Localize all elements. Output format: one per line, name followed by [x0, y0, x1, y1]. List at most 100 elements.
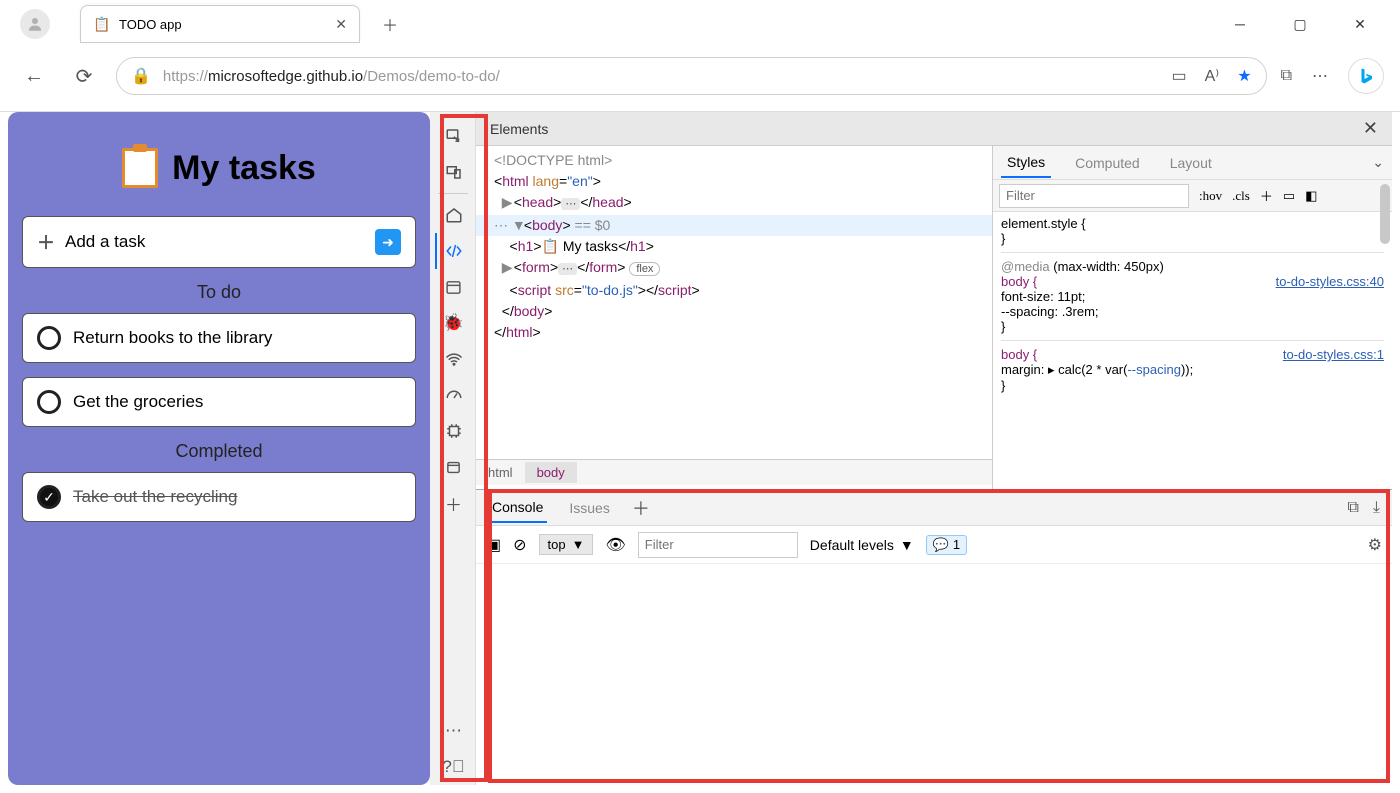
info-count-badge[interactable]: 💬1	[926, 535, 967, 555]
tab-issues[interactable]: Issues	[565, 494, 613, 522]
new-tab-button[interactable]: ＋	[376, 10, 404, 38]
titlebar: 📋 TODO app ✕ ＋ ─ ▢ ✕	[0, 0, 1400, 48]
console-prompt-icon: ›	[486, 574, 491, 590]
more-tabs-icon[interactable]: ＋	[632, 495, 650, 521]
console-drawer: Console Issues ＋ ⧉ ⤓ ▣ ⊘ top ▼ 👁 Default…	[476, 489, 1392, 785]
dom-tree[interactable]: <!DOCTYPE html> <html lang="en"> ▶<head>…	[476, 146, 992, 489]
scrollbar[interactable]	[1380, 184, 1390, 244]
console-settings-icon[interactable]: ⚙	[1368, 535, 1382, 555]
elements-header: Elements ✕	[476, 112, 1392, 146]
performance-tool-icon[interactable]	[435, 377, 471, 413]
tab-title: TODO app	[119, 17, 325, 32]
minimize-button[interactable]: ─	[1222, 6, 1258, 42]
task-checkbox[interactable]	[37, 326, 61, 350]
toolbar-right: ⧉ ⋯	[1281, 58, 1384, 94]
console-filter-input[interactable]	[638, 532, 798, 558]
task-text: Get the groceries	[73, 392, 203, 412]
context-selector[interactable]: top ▼	[539, 534, 594, 555]
addressbar-row: ← ⟳ 🔒 https://microsoftedge.github.io/De…	[0, 48, 1400, 104]
welcome-tool-icon[interactable]	[435, 197, 471, 233]
browser-tab[interactable]: 📋 TODO app ✕	[80, 5, 360, 43]
select-element-icon[interactable]	[435, 118, 471, 154]
task-text: Return books to the library	[73, 328, 272, 348]
console-body[interactable]: ›	[476, 564, 1392, 785]
tab-computed[interactable]: Computed	[1069, 149, 1146, 177]
add-task-input[interactable]: ＋ Add a task ➜	[22, 216, 416, 268]
address-bar[interactable]: 🔒 https://microsoftedge.github.io/Demos/…	[116, 57, 1267, 95]
console-toolbar: ▣ ⊘ top ▼ 👁 Default levels ▼ 💬1 ⚙	[476, 526, 1392, 564]
breadcrumb-html[interactable]: html	[476, 462, 525, 483]
device-toggle-icon[interactable]	[435, 154, 471, 190]
memory-tool-icon[interactable]	[435, 413, 471, 449]
application-tool-icon[interactable]	[435, 269, 471, 305]
cls-toggle[interactable]: .cls	[1232, 188, 1250, 204]
favorite-star-icon[interactable]: ★	[1237, 66, 1251, 86]
content-area: My tasks ＋ Add a task ➜ To do Return boo…	[8, 112, 1392, 785]
stylesheet-link[interactable]: to-do-styles.css:40	[1276, 274, 1384, 289]
layout-icon[interactable]: ◧	[1305, 188, 1317, 204]
device-icon[interactable]: ▭	[1283, 188, 1295, 204]
task-item-completed[interactable]: Take out the recycling	[22, 472, 416, 522]
devtools-main: Elements ✕ <!DOCTYPE html> <html lang="e…	[476, 112, 1392, 785]
task-item[interactable]: Return books to the library	[22, 313, 416, 363]
live-expression-icon[interactable]: 👁	[605, 535, 625, 555]
close-tab-icon[interactable]: ✕	[335, 16, 347, 33]
elements-title: Elements	[490, 121, 548, 137]
recorder-tool-icon[interactable]	[435, 449, 471, 485]
sidebar-toggle-icon[interactable]: ▣	[486, 535, 501, 555]
tab-styles[interactable]: Styles	[1001, 148, 1051, 178]
log-levels[interactable]: Default levels ▼	[810, 537, 914, 553]
more-tools-icon[interactable]: ＋	[435, 485, 471, 521]
styles-panel: Styles Computed Layout ⌄ :hov .cls ＋ ▭ ◧	[992, 146, 1392, 489]
chevron-down-icon[interactable]: ⌄	[1372, 154, 1384, 171]
styles-rules[interactable]: element.style { } @media (max-width: 450…	[993, 212, 1392, 489]
section-completed-label: Completed	[22, 441, 416, 462]
dom-breadcrumb[interactable]: html body	[476, 459, 992, 485]
styles-tabs: Styles Computed Layout ⌄	[993, 146, 1392, 180]
help-icon[interactable]: ?⃝	[435, 749, 471, 785]
network-tool-icon[interactable]	[435, 341, 471, 377]
url-text: https://microsoftedge.github.io/Demos/de…	[163, 68, 500, 85]
maximize-button[interactable]: ▢	[1282, 6, 1318, 42]
page-title: My tasks	[172, 149, 316, 188]
task-checkbox-done[interactable]	[37, 485, 61, 509]
new-style-icon[interactable]: ＋	[1260, 186, 1273, 205]
task-item[interactable]: Get the groceries	[22, 377, 416, 427]
read-aloud-icon[interactable]: A⁾	[1205, 66, 1220, 86]
refresh-button[interactable]: ⟳	[66, 58, 102, 94]
breadcrumb-body[interactable]: body	[525, 462, 577, 483]
collections-icon[interactable]: ⧉	[1281, 67, 1292, 85]
bing-icon[interactable]	[1348, 58, 1384, 94]
devtools: 🐞 ＋ ⋯ ?⃝ Elements ✕ <!DOCTYPE html> <htm…	[430, 112, 1392, 785]
hov-toggle[interactable]: :hov	[1199, 188, 1222, 204]
styles-toolbar: :hov .cls ＋ ▭ ◧	[993, 180, 1392, 212]
sources-tool-icon[interactable]: 🐞	[435, 305, 471, 341]
lock-icon: 🔒	[131, 66, 151, 86]
dock-icon[interactable]: ⤓	[1373, 499, 1380, 517]
styles-filter-input[interactable]	[999, 184, 1189, 208]
back-button[interactable]: ←	[16, 58, 52, 94]
tab-layout[interactable]: Layout	[1164, 149, 1218, 177]
todo-app: My tasks ＋ Add a task ➜ To do Return boo…	[8, 112, 430, 785]
expand-icon[interactable]: ⧉	[1347, 499, 1358, 517]
profile-avatar[interactable]	[20, 9, 50, 39]
close-window-button[interactable]: ✕	[1342, 6, 1378, 42]
section-todo-label: To do	[22, 282, 416, 303]
app-title-row: My tasks	[22, 148, 416, 188]
browser-chrome: 📋 TODO app ✕ ＋ ─ ▢ ✕ ← ⟳ 🔒 https://micro…	[0, 0, 1400, 112]
submit-task-button[interactable]: ➜	[375, 229, 401, 255]
settings-dots-icon[interactable]: ⋯	[435, 713, 471, 749]
shopping-icon[interactable]: ▭	[1171, 66, 1186, 86]
tab-console[interactable]: Console	[488, 493, 547, 523]
window-controls: ─ ▢ ✕	[1222, 6, 1392, 42]
clipboard-icon	[122, 148, 158, 188]
clear-console-icon[interactable]: ⊘	[513, 535, 526, 555]
plus-icon: ＋	[37, 229, 55, 255]
elements-body: <!DOCTYPE html> <html lang="en"> ▶<head>…	[476, 146, 1392, 489]
close-devtools-icon[interactable]: ✕	[1363, 118, 1378, 139]
elements-tool-icon[interactable]	[435, 233, 471, 269]
stylesheet-link[interactable]: to-do-styles.css:1	[1283, 347, 1384, 362]
more-icon[interactable]: ⋯	[1312, 66, 1328, 86]
task-checkbox[interactable]	[37, 390, 61, 414]
add-task-placeholder: Add a task	[65, 232, 145, 252]
